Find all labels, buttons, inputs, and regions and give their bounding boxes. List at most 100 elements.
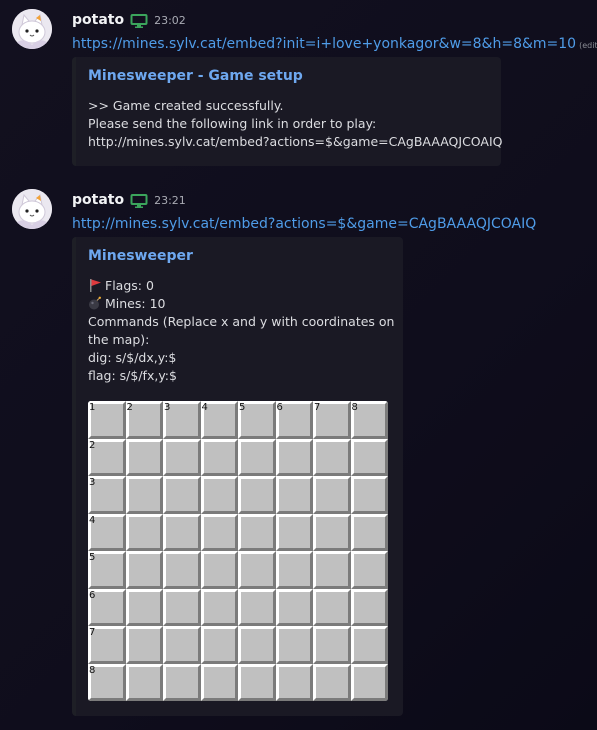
board-cell[interactable] [200, 438, 238, 476]
column-label: 8 [351, 402, 358, 413]
embed-description: Flags: 0 Mines: 10 Commands (Replace x a… [88, 277, 394, 385]
board-cell[interactable] [313, 438, 351, 476]
embed-title[interactable]: Minesweeper [88, 248, 193, 264]
message-header: potato 23:21 [72, 190, 186, 210]
row-label: 2 [89, 439, 96, 451]
board-cell[interactable] [163, 588, 201, 626]
embed-card: Minesweeper Flags: 0 Mines: 10 Commands … [72, 237, 403, 716]
board-cell[interactable] [125, 476, 163, 514]
board-cell[interactable] [350, 551, 388, 589]
embed-title[interactable]: Minesweeper - Game setup [88, 68, 303, 84]
column-label: 5 [239, 402, 246, 413]
dig-command: dig: s/$/dx,y:$ [88, 350, 177, 365]
username[interactable]: potato [72, 192, 124, 208]
username[interactable]: potato [72, 12, 124, 28]
flag-command: flag: s/$/fx,y:$ [88, 368, 177, 383]
row-label: 4 [89, 514, 96, 526]
board-cell[interactable] [313, 476, 351, 514]
board-cell[interactable] [125, 588, 163, 626]
cat-avatar-icon [12, 9, 52, 49]
red-flag-icon [88, 278, 102, 292]
embed-card: Minesweeper - Game setup >> Game created… [72, 57, 503, 166]
embed-line: >> Game created successfully. [88, 98, 284, 113]
message-header: potato 23:02 [72, 10, 186, 30]
board-cell[interactable] [313, 551, 351, 589]
flags-line: Flags: 0 [88, 277, 394, 295]
board-cell[interactable] [125, 663, 163, 701]
minesweeper-board[interactable]: 1 2 3 4 5 6 7 8 2 3 4 5 6 7 8 [88, 401, 388, 701]
board-cell[interactable] [200, 663, 238, 701]
board-cell[interactable] [313, 626, 351, 664]
board-cell[interactable] [238, 588, 276, 626]
board-cell[interactable] [275, 626, 313, 664]
timestamp[interactable]: 23:21 [154, 194, 186, 207]
board-cell[interactable] [350, 476, 388, 514]
board-cell[interactable] [275, 438, 313, 476]
board-cell[interactable] [125, 513, 163, 551]
row-label: 7 [89, 627, 96, 638]
board-cell[interactable] [313, 663, 351, 701]
mines-text: Mines: 10 [105, 296, 166, 311]
commands-line: the map): [88, 332, 150, 347]
board-cell[interactable] [350, 513, 388, 551]
board-cell[interactable] [350, 626, 388, 664]
board-cell[interactable] [238, 476, 276, 514]
board-cell[interactable] [350, 663, 388, 701]
column-label: 2 [126, 402, 133, 413]
column-label: 1 [89, 402, 96, 413]
board-cell[interactable] [238, 663, 276, 701]
board-cell[interactable] [275, 513, 313, 551]
embed-description: >> Game created successfully. Please sen… [88, 97, 503, 151]
message-content: https://mines.sylv.cat/embed?init=i+love… [72, 33, 597, 52]
board-cell[interactable] [163, 626, 201, 664]
board-cell[interactable] [163, 513, 201, 551]
cat-avatar-icon [12, 189, 52, 229]
board-cell[interactable] [200, 513, 238, 551]
bomb-icon [88, 296, 102, 310]
board-cell[interactable] [238, 551, 276, 589]
flags-text: Flags: 0 [105, 278, 154, 293]
mines-line: Mines: 10 [88, 295, 394, 313]
row-label: 6 [89, 589, 96, 601]
column-label: 7 [314, 402, 321, 413]
board-cell[interactable] [275, 551, 313, 589]
board-cell[interactable] [125, 626, 163, 664]
message-link[interactable]: http://mines.sylv.cat/embed?actions=$&ga… [72, 216, 536, 232]
embed-line: http://mines.sylv.cat/embed?actions=$&ga… [88, 134, 503, 149]
board-cell[interactable] [200, 588, 238, 626]
board-cell[interactable] [200, 626, 238, 664]
board-cell[interactable] [200, 476, 238, 514]
board-cell[interactable] [313, 513, 351, 551]
message-link[interactable]: https://mines.sylv.cat/embed?init=i+love… [72, 36, 576, 52]
board-cell[interactable] [313, 588, 351, 626]
timestamp[interactable]: 23:02 [154, 14, 186, 27]
column-label: 4 [201, 402, 208, 413]
board-cell[interactable] [163, 551, 201, 589]
board-cell[interactable] [350, 438, 388, 476]
board-cell[interactable] [275, 588, 313, 626]
column-label: 3 [164, 402, 171, 413]
row-label: 8 [89, 664, 96, 676]
row-label: 5 [89, 552, 96, 563]
avatar[interactable] [12, 9, 52, 49]
board-cell[interactable] [163, 663, 201, 701]
avatar[interactable] [12, 189, 52, 229]
board-cell[interactable] [125, 438, 163, 476]
board-cell[interactable] [275, 476, 313, 514]
board-cell[interactable] [125, 551, 163, 589]
column-label: 6 [276, 402, 283, 413]
board-cell[interactable] [238, 438, 276, 476]
embed-line: Please send the following link in order … [88, 116, 377, 131]
desktop-icon [130, 13, 148, 28]
board-cell[interactable] [163, 438, 201, 476]
commands-line: Commands (Replace x and y with coordinat… [88, 314, 395, 329]
board-cell[interactable] [350, 588, 388, 626]
board-cell[interactable] [200, 551, 238, 589]
desktop-icon [130, 193, 148, 208]
board-cell[interactable] [238, 626, 276, 664]
board-cell[interactable] [275, 663, 313, 701]
edited-label: (edited) [579, 41, 597, 50]
board-cell[interactable] [238, 513, 276, 551]
board-cell[interactable] [163, 476, 201, 514]
row-label: 3 [89, 477, 96, 488]
